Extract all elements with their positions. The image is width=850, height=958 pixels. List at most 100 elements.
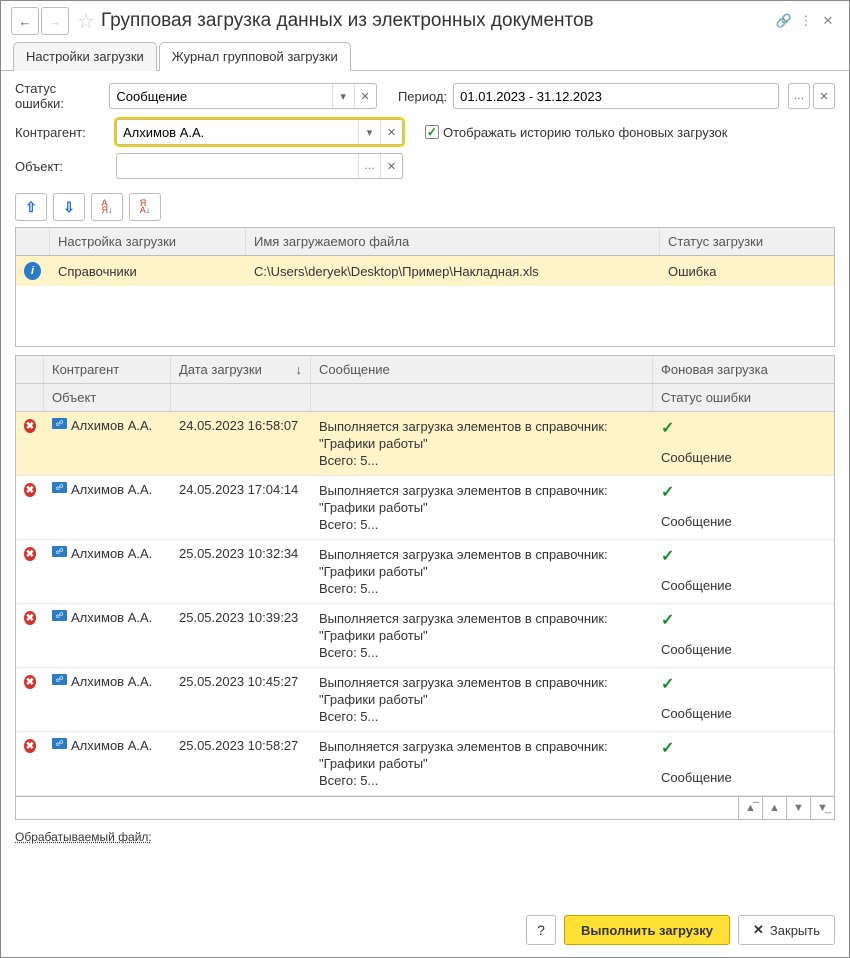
grid-last-button[interactable]: ▼̲: [810, 797, 834, 819]
move-up-button[interactable]: ⇧: [15, 193, 47, 221]
error-icon: ✖: [24, 419, 36, 433]
object-input[interactable]: … ✕: [116, 153, 403, 179]
grid-first-button[interactable]: ▲̅: [738, 797, 762, 819]
grid-header-error-status[interactable]: Статус ошибки: [653, 384, 834, 411]
error-status-label: Статус ошибки:: [15, 81, 103, 111]
cell-date: 24.05.2023 17:04:14: [171, 480, 311, 535]
record-icon: ☍: [52, 674, 67, 685]
tab-journal[interactable]: Журнал групповой загрузки: [159, 42, 351, 71]
check-icon: ✓: [661, 548, 674, 565]
grid-row[interactable]: ✖ ☍Алхимов А.А.25.05.2023 10:39:23Выполня…: [16, 604, 834, 668]
grid-up-button[interactable]: ▲: [762, 797, 786, 819]
cell-counterparty: ☍Алхимов А.А.: [44, 416, 171, 471]
processing-file-label: Обрабатываемый файл:: [1, 820, 849, 854]
grid-row[interactable]: ✖☍Алхимов А.А.25.05.2023 10:45:27Выполня…: [16, 668, 834, 732]
cell-file: C:\Users\deryek\Desktop\Пример\Накладная…: [246, 256, 660, 286]
cell-status: ✓Сообщение: [653, 672, 834, 727]
link-icon[interactable]: 🔗: [773, 13, 795, 29]
error-status-field[interactable]: [110, 84, 331, 108]
check-icon: ✓: [661, 676, 674, 693]
back-button[interactable]: ←: [11, 7, 39, 35]
cell-counterparty: ☍Алхимов А.А.: [44, 480, 171, 535]
error-status-input[interactable]: ▾ ✕: [109, 83, 376, 109]
period-more-icon[interactable]: …: [788, 83, 810, 109]
grid-header-icon: [16, 356, 44, 383]
check-icon: ✓: [661, 740, 674, 757]
cell-message: Выполняется загрузка элементов в справоч…: [311, 672, 653, 727]
counterparty-field[interactable]: [117, 120, 358, 144]
clear-icon[interactable]: ✕: [380, 120, 402, 144]
cell-message: Выполняется загрузка элементов в справоч…: [311, 480, 653, 535]
grid-header-object[interactable]: Объект: [44, 384, 171, 411]
grid-row[interactable]: ✖ ☍Алхимов А.А.24.05.2023 16:58:07Выполня…: [16, 412, 834, 476]
forward-button[interactable]: →: [41, 7, 69, 35]
record-icon: ☍: [52, 738, 67, 749]
cell-date: 25.05.2023 10:39:23: [171, 608, 311, 663]
cell-message: Выполняется загрузка элементов в справоч…: [311, 544, 653, 599]
cell-counterparty: ☍Алхимов А.А.: [44, 544, 171, 599]
cell-date: 24.05.2023 16:58:07: [171, 416, 311, 471]
tab-settings[interactable]: Настройки загрузки: [13, 42, 157, 71]
cell-status: ✓Сообщение: [653, 480, 834, 535]
error-icon: ✖: [24, 611, 36, 625]
cell-status: ✓Сообщение: [653, 544, 834, 599]
star-icon[interactable]: ☆: [77, 9, 95, 34]
grid-header-counterparty[interactable]: Контрагент: [44, 356, 171, 383]
object-field[interactable]: [117, 154, 358, 178]
cell-counterparty: ☍Алхимов А.А.: [44, 736, 171, 791]
dropdown-icon[interactable]: ▾: [358, 120, 380, 144]
period-input[interactable]: [453, 83, 779, 109]
grid-row[interactable]: ✖☍Алхимов А.А.25.05.2023 10:32:34Выполня…: [16, 540, 834, 604]
check-icon: ✓: [661, 612, 674, 629]
cell-status: ✓Сообщение: [653, 416, 834, 471]
record-icon: ☍: [52, 418, 67, 429]
grid-row[interactable]: ✖☍Алхимов А.А.25.05.2023 10:58:27Выполня…: [16, 732, 834, 796]
period-field[interactable]: [454, 84, 778, 108]
counterparty-label: Контрагент:: [15, 125, 110, 140]
table-header-file[interactable]: Имя загружаемого файла: [246, 228, 660, 255]
show-history-checkbox[interactable]: ✓: [425, 125, 439, 139]
show-history-label: Отображать историю только фоновых загруз…: [443, 125, 727, 140]
cell-message: Выполняется загрузка элементов в справоч…: [311, 608, 653, 663]
check-icon: ✓: [661, 420, 674, 437]
clear-icon[interactable]: ✕: [380, 154, 402, 178]
period-label: Период:: [398, 89, 447, 104]
cell-message: Выполняется загрузка элементов в справоч…: [311, 416, 653, 471]
sort-asc-button[interactable]: АЯ↓: [91, 193, 123, 221]
error-icon: ✖: [24, 739, 36, 753]
journal-grid: Контрагент Дата загрузки↓ Сообщение Фоно…: [15, 355, 835, 820]
period-clear-icon[interactable]: ✕: [813, 83, 835, 109]
help-button[interactable]: ?: [526, 915, 556, 945]
table-row[interactable]: i Справочники C:\Users\deryek\Desktop\Пр…: [16, 256, 834, 286]
error-icon: ✖: [24, 483, 36, 497]
grid-row[interactable]: ✖ ☍Алхимов А.А.24.05.2023 17:04:14Выполня…: [16, 476, 834, 540]
page-title: Групповая загрузка данных из электронных…: [101, 10, 594, 32]
more-icon[interactable]: ⋮: [795, 13, 817, 29]
close-icon[interactable]: ✕: [817, 13, 839, 29]
cell-counterparty: ☍Алхимов А.А.: [44, 608, 171, 663]
execute-button[interactable]: Выполнить загрузку: [564, 915, 730, 945]
error-icon: ✖: [24, 675, 36, 689]
dropdown-icon[interactable]: ▾: [332, 84, 354, 108]
settings-table: Настройка загрузки Имя загружаемого файл…: [15, 227, 835, 347]
grid-down-button[interactable]: ▼: [786, 797, 810, 819]
cell-date: 25.05.2023 10:32:34: [171, 544, 311, 599]
move-down-button[interactable]: ⇩: [53, 193, 85, 221]
object-more-icon[interactable]: …: [358, 154, 380, 178]
record-icon: ☍: [52, 610, 67, 621]
grid-header-message[interactable]: Сообщение: [311, 356, 653, 383]
cell-settings: Справочники: [50, 256, 246, 286]
object-label: Объект:: [15, 159, 110, 174]
grid-header-date[interactable]: Дата загрузки↓: [171, 356, 311, 383]
grid-header-background[interactable]: Фоновая загрузка: [653, 356, 834, 383]
cell-status: ✓Сообщение: [653, 736, 834, 791]
table-header-settings[interactable]: Настройка загрузки: [50, 228, 246, 255]
clear-icon[interactable]: ✕: [354, 84, 376, 108]
cell-date: 25.05.2023 10:45:27: [171, 672, 311, 727]
table-header-status[interactable]: Статус загрузки: [660, 228, 834, 255]
counterparty-input[interactable]: ▾ ✕: [116, 119, 403, 145]
sort-desc-button[interactable]: ЯА↓: [129, 193, 161, 221]
cell-status: ✓Сообщение: [653, 608, 834, 663]
cell-status: Ошибка: [660, 256, 834, 286]
close-button[interactable]: ✕Закрыть: [738, 915, 835, 945]
